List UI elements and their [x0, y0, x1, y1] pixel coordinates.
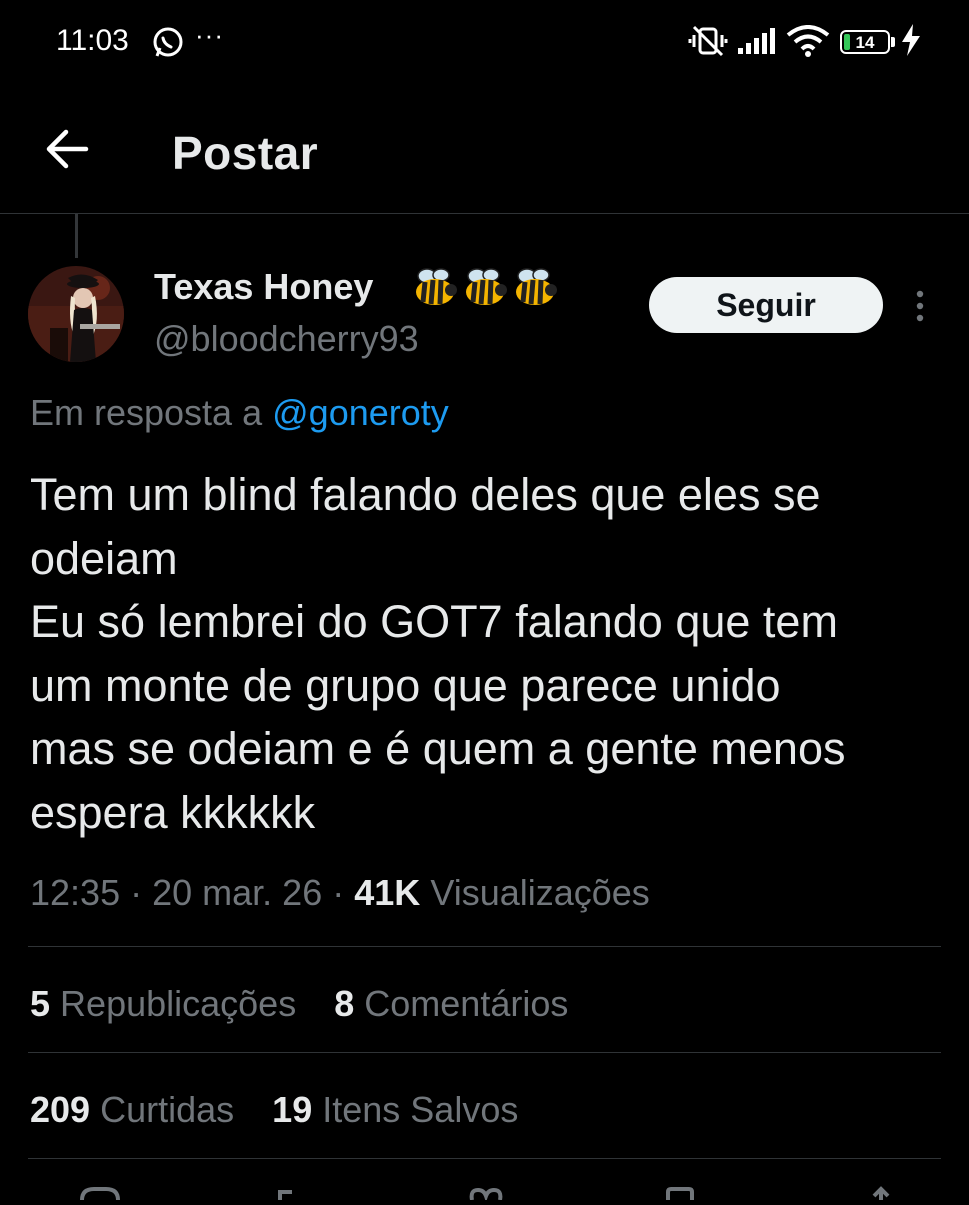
author-display-name[interactable]: Texas Honey: [154, 266, 373, 308]
divider: [28, 1052, 941, 1053]
signal-icon: [738, 28, 778, 59]
reply-context: Em resposta a @goneroty: [30, 392, 449, 434]
likes-label: Curtidas: [100, 1089, 235, 1130]
post-metadata: 12:35 · 20 mar. 26 · 41K Visualizações: [30, 872, 650, 914]
comments-stat[interactable]: 8 Comentários: [334, 983, 568, 1024]
charging-bolt-icon: [900, 24, 922, 61]
author-handle[interactable]: @bloodcherry93: [154, 318, 419, 360]
thread-connector-line: [75, 214, 78, 258]
share-icon[interactable]: [866, 1186, 896, 1205]
follow-button[interactable]: Seguir: [649, 277, 883, 333]
engagement-stats-row: 209 Curtidas 19 Itens Salvos: [30, 1089, 546, 1131]
meta-separator: ·: [332, 872, 345, 913]
more-options-icon[interactable]: [912, 290, 928, 329]
wifi-icon: [786, 25, 830, 62]
reposts-stat[interactable]: 5 Republicações: [30, 983, 296, 1024]
divider: [28, 946, 941, 947]
whatsapp-icon: [151, 26, 185, 65]
back-arrow-icon[interactable]: [44, 128, 90, 175]
status-time: 11:03: [56, 24, 129, 57]
battery-indicator: 14: [840, 30, 890, 54]
avatar[interactable]: [28, 266, 124, 362]
likes-stat[interactable]: 209 Curtidas: [30, 1089, 234, 1130]
engagement-stats-row: 5 Republicações 8 Comentários: [30, 983, 596, 1025]
vibrate-off-icon: [688, 25, 728, 62]
battery-level: 14: [855, 33, 875, 52]
post-text-line: Tem um blind falando deles que eles se: [30, 469, 821, 520]
comments-count: 8: [334, 983, 355, 1024]
notification-overflow-dots: ···: [195, 20, 224, 50]
reposts-count: 5: [30, 983, 51, 1024]
reply-to-handle-link[interactable]: @goneroty: [272, 392, 449, 433]
post-time[interactable]: 12:35: [30, 872, 120, 913]
saves-label: Itens Salvos: [322, 1089, 519, 1130]
saves-count: 19: [272, 1089, 313, 1130]
bookmark-icon[interactable]: [660, 1186, 700, 1205]
comments-label: Comentários: [364, 983, 569, 1024]
post-text-line: espera kkkkkk: [30, 786, 316, 838]
battery-tip: [891, 37, 895, 47]
header-divider: [0, 213, 969, 214]
post-text-line: um monte de grupo que parece unido: [30, 659, 781, 711]
saves-stat[interactable]: 19 Itens Salvos: [272, 1089, 518, 1130]
likes-count: 209: [30, 1089, 91, 1130]
post-date[interactable]: 20 mar. 26: [152, 872, 322, 913]
reply-prefix: Em resposta a: [30, 392, 263, 433]
page-title: Postar: [172, 127, 319, 179]
like-icon[interactable]: [466, 1186, 506, 1205]
post-text-line: mas se odeiam e é quem a gente menos: [30, 723, 846, 774]
reply-icon[interactable]: [80, 1186, 120, 1205]
meta-separator: ·: [130, 872, 143, 913]
post-text-line: odeiam: [30, 532, 178, 584]
reposts-label: Republicações: [60, 983, 297, 1024]
post-text: Tem um blind falando deles que eles se o…: [30, 463, 950, 844]
views-label: Visualizações: [430, 872, 650, 913]
divider: [28, 1158, 941, 1159]
bee-emoji-icons: [413, 266, 565, 315]
views-count: 41K: [354, 872, 421, 913]
repost-icon[interactable]: [272, 1186, 312, 1205]
post-text-line: Eu só lembrei do GOT7 falando que tem: [30, 596, 838, 647]
